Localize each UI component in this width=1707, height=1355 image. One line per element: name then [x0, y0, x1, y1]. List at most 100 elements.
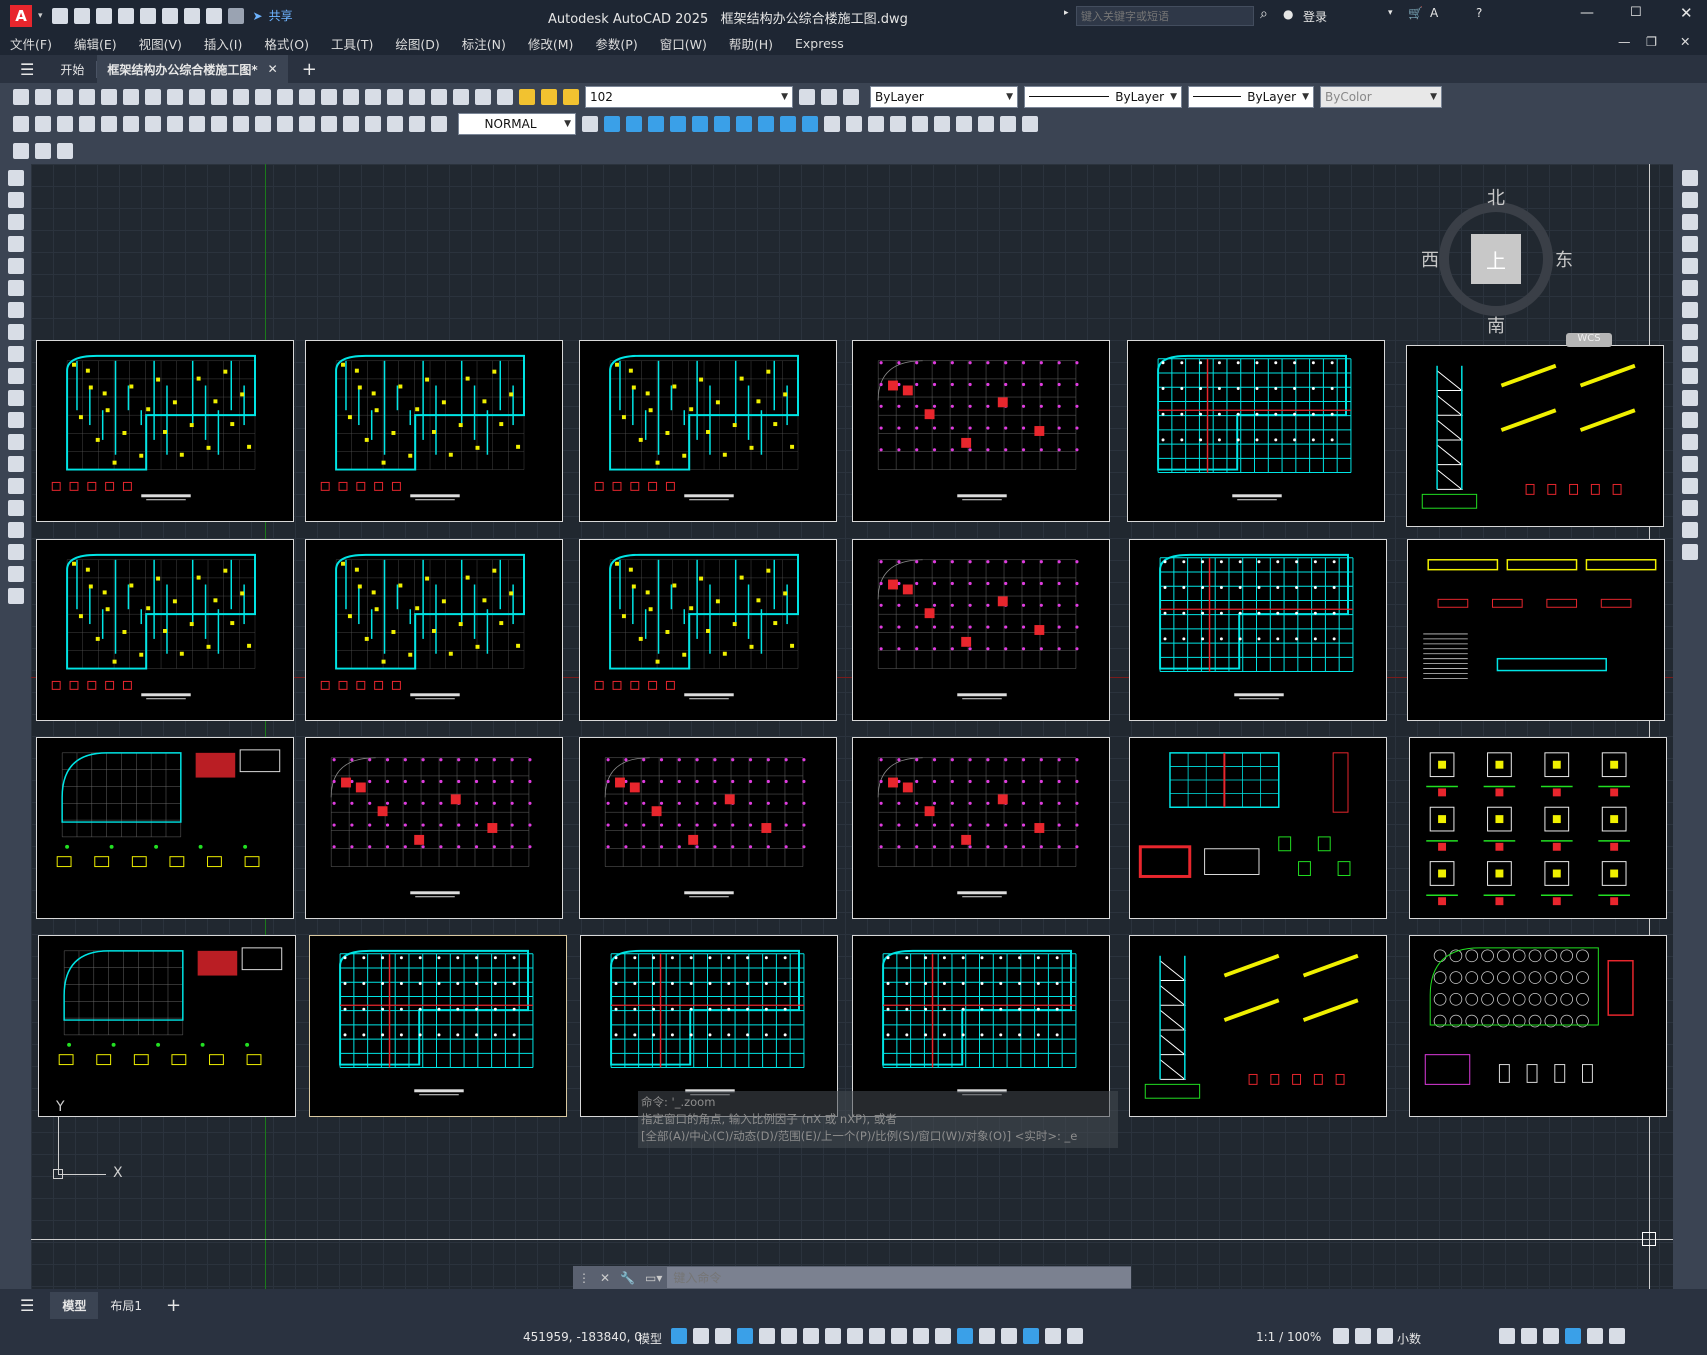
- layer-lock-icon[interactable]: [563, 88, 579, 105]
- drawing-canvas[interactable]: 上 北 南 西 东 WCS Y X 命令: '_.zoom 指定窗口的角点, 输…: [31, 164, 1673, 1289]
- make-block-icon[interactable]: [7, 434, 24, 450]
- break-point-icon[interactable]: [1682, 412, 1698, 428]
- view-sw-icon[interactable]: [736, 115, 752, 132]
- gradient-icon[interactable]: [7, 500, 24, 516]
- view-top-icon[interactable]: [626, 115, 642, 132]
- cart-icon[interactable]: 🛒: [1408, 6, 1423, 20]
- trim-icon[interactable]: [1682, 368, 1698, 384]
- drawing-sheet[interactable]: [1127, 340, 1385, 522]
- open-icon[interactable]: [35, 88, 51, 105]
- tab-close-icon[interactable]: ✕: [268, 62, 278, 76]
- autocad-logo[interactable]: A: [10, 4, 32, 27]
- annotation-monitor-icon[interactable]: [1355, 1328, 1371, 1344]
- preview-icon[interactable]: [101, 88, 117, 105]
- isolate-objects-icon[interactable]: [1543, 1328, 1559, 1344]
- ucs-world-icon[interactable]: [956, 115, 972, 132]
- ucs-object-icon[interactable]: [1022, 115, 1038, 132]
- drawing-sheet[interactable]: [852, 737, 1110, 919]
- zoom-realtime-icon[interactable]: [299, 88, 315, 105]
- command-customize-icon[interactable]: 🔧: [620, 1271, 635, 1285]
- plot-icon[interactable]: [79, 88, 95, 105]
- block-edit-icon[interactable]: [13, 142, 29, 159]
- drawing-sheet[interactable]: [309, 935, 567, 1117]
- tab-layout1[interactable]: 布局1: [98, 1292, 154, 1319]
- transparency-icon[interactable]: [891, 1328, 907, 1344]
- copy-icon[interactable]: [167, 88, 183, 105]
- block-save-icon[interactable]: [35, 142, 51, 159]
- block-close-icon[interactable]: [57, 142, 73, 159]
- tolerance-icon[interactable]: [299, 115, 315, 132]
- drawing-sheet[interactable]: [579, 539, 837, 721]
- auto-scale-icon[interactable]: [1045, 1328, 1061, 1344]
- share-icon[interactable]: ➤: [253, 9, 263, 23]
- dim-ordinate-icon[interactable]: [79, 115, 95, 132]
- zoom-window-icon[interactable]: [321, 88, 337, 105]
- drawing-sheet[interactable]: [1406, 345, 1664, 527]
- point-icon[interactable]: [7, 456, 24, 472]
- model-space-toggle[interactable]: 模型: [638, 1330, 662, 1347]
- view-bottom-icon[interactable]: [648, 115, 664, 132]
- blend-icon[interactable]: [1682, 522, 1698, 538]
- circle-icon[interactable]: [7, 302, 24, 318]
- drawing-sheet[interactable]: [852, 539, 1110, 721]
- isodraft-icon[interactable]: [803, 1328, 819, 1344]
- lineweight-dropdown[interactable]: ByLayer ▼: [1188, 85, 1314, 108]
- view-nw-icon[interactable]: [802, 115, 818, 132]
- line-icon[interactable]: [7, 170, 24, 186]
- wcs-menu[interactable]: WCS: [1566, 333, 1612, 347]
- spline-icon[interactable]: [7, 346, 24, 362]
- view-left-icon[interactable]: [670, 115, 686, 132]
- table-icon[interactable]: [7, 544, 24, 560]
- dim-break-icon[interactable]: [277, 115, 293, 132]
- matchprop-icon[interactable]: [211, 88, 227, 105]
- offset-icon[interactable]: [1682, 236, 1698, 252]
- calculator-icon[interactable]: [453, 88, 469, 105]
- view-back-icon[interactable]: [714, 115, 730, 132]
- drawing-sheet[interactable]: [1129, 935, 1387, 1117]
- dim-continue-icon[interactable]: [233, 115, 249, 132]
- 3d-osnap-icon[interactable]: [935, 1328, 951, 1344]
- viewcube[interactable]: 上 北 南 西 东: [1421, 184, 1573, 337]
- doc-restore-button[interactable]: ❐: [1646, 34, 1657, 49]
- pan-icon[interactable]: [277, 88, 293, 105]
- arc-icon[interactable]: [7, 280, 24, 296]
- command-recent-icon[interactable]: ▭▾: [645, 1271, 662, 1285]
- layout-menu-icon[interactable]: ☰: [20, 1296, 34, 1315]
- publish-icon[interactable]: [123, 88, 139, 105]
- dimstyle-dropdown[interactable]: NORMAL ▼: [458, 112, 576, 135]
- drawing-sheet[interactable]: [1407, 539, 1665, 721]
- drawing-sheet[interactable]: [1129, 737, 1387, 919]
- tab-document[interactable]: 框架结构办公综合楼施工图* ✕: [97, 55, 288, 83]
- menu-edit[interactable]: 编辑(E): [74, 34, 117, 53]
- share-button[interactable]: 共享: [269, 7, 293, 24]
- rotate-icon[interactable]: [1682, 302, 1698, 318]
- join-icon[interactable]: [1682, 456, 1698, 472]
- polar-icon[interactable]: [781, 1328, 797, 1344]
- save-as-icon[interactable]: [117, 7, 134, 24]
- customization-icon[interactable]: [1609, 1328, 1625, 1344]
- drawing-sheet[interactable]: [579, 737, 837, 919]
- properties-icon[interactable]: [343, 88, 359, 105]
- logo-menu-arrow-icon[interactable]: ▾: [38, 11, 43, 21]
- user-icon[interactable]: ●: [1283, 7, 1293, 21]
- hatch-icon[interactable]: [7, 478, 24, 494]
- annotation-scale-value[interactable]: 1:1 / 100%: [1256, 1330, 1321, 1344]
- drawing-sheet[interactable]: [1409, 737, 1667, 919]
- stretch-icon[interactable]: [1682, 346, 1698, 362]
- drawing-sheet[interactable]: [305, 539, 563, 721]
- add-selected-icon[interactable]: [7, 588, 24, 604]
- annotation-scale-icon[interactable]: [1067, 1328, 1083, 1344]
- menu-file[interactable]: 文件(F): [10, 34, 52, 53]
- qnew-icon[interactable]: [13, 88, 29, 105]
- search-input[interactable]: [1076, 6, 1254, 26]
- region-icon[interactable]: [7, 522, 24, 538]
- design-center-icon[interactable]: [365, 88, 381, 105]
- markup-icon[interactable]: [431, 88, 447, 105]
- menu-help[interactable]: 帮助(H): [729, 34, 773, 53]
- coordinates-readout[interactable]: 451959, -183840, 0: [523, 1330, 642, 1344]
- drawing-sheet[interactable]: [36, 737, 294, 919]
- clean-screen-icon[interactable]: [1587, 1328, 1603, 1344]
- rectangle-icon[interactable]: [7, 258, 24, 274]
- osnap-icon[interactable]: [847, 1328, 863, 1344]
- layer-state-icon[interactable]: [843, 88, 859, 105]
